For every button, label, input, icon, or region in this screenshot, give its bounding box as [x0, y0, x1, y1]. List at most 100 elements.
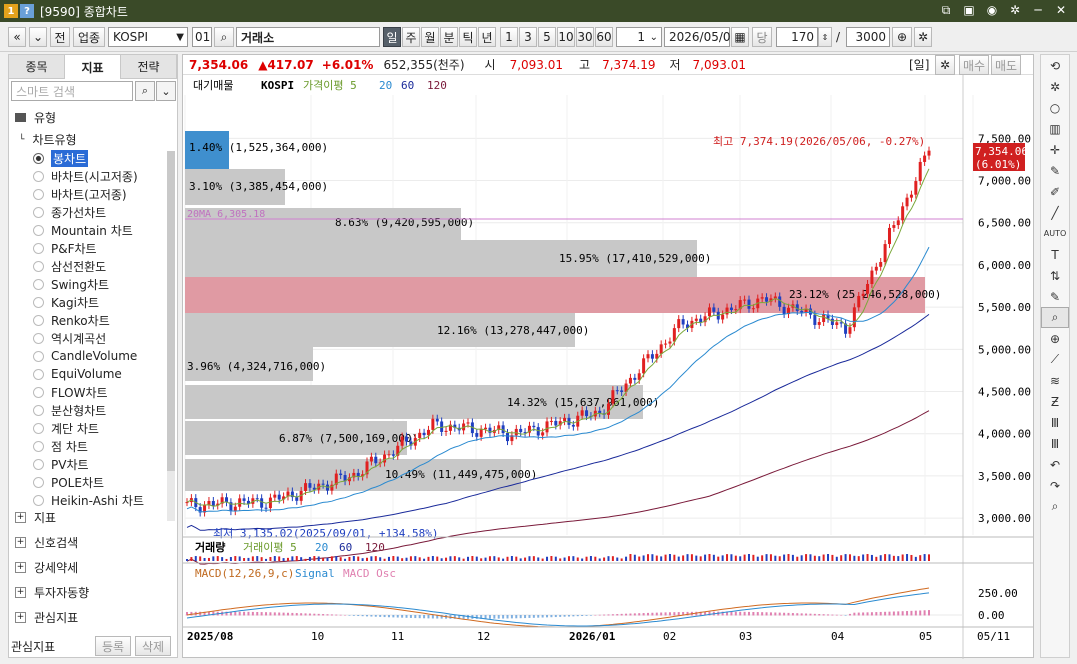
chart-area[interactable]: 7,354.06 ▲417.07 +6.01% 652,355(천주) 시 7,… [182, 54, 1034, 659]
pencil-icon[interactable]: ✎ [1041, 286, 1069, 307]
radio-icon[interactable] [33, 386, 44, 398]
grid-icon[interactable]: Ⅲ [1041, 412, 1069, 433]
count-input[interactable]: 170 [776, 27, 818, 47]
interval-10[interactable]: 10 [557, 27, 575, 47]
index-code-input[interactable]: KOSPI ▼ [108, 27, 188, 47]
buy-button[interactable]: 매수 [959, 55, 989, 75]
radio-icon[interactable] [33, 152, 44, 164]
radio-icon[interactable] [33, 458, 44, 470]
expand-icon[interactable]: + [15, 561, 26, 573]
radio-icon[interactable] [33, 242, 44, 254]
interval-30[interactable]: 30 [576, 27, 594, 47]
adjust-icon[interactable]: ⇅ [1041, 265, 1069, 286]
calendar-icon[interactable]: ▦ [731, 27, 749, 47]
date-input[interactable]: 2026/05/06 [664, 27, 738, 47]
stepper-icon[interactable]: ⇕ [818, 27, 832, 47]
fibonacci-icon[interactable]: ≋ [1041, 370, 1069, 391]
delete-button[interactable]: 삭제 [135, 636, 171, 656]
chart-type-header[interactable]: └ 차트유형 [19, 131, 77, 148]
interval-60[interactable]: 60 [595, 27, 613, 47]
radio-icon[interactable] [33, 350, 44, 362]
current-button[interactable]: 당 [752, 27, 772, 47]
chart-type-item[interactable]: POLE차트 [33, 473, 167, 491]
radio-icon[interactable] [33, 224, 44, 236]
chart-type-item[interactable]: 점 차트 [33, 437, 167, 455]
register-button[interactable]: 등록 [95, 636, 131, 656]
radio-icon[interactable] [33, 296, 44, 308]
period-year[interactable]: 년 [478, 27, 496, 47]
redo-icon[interactable]: ↷ [1041, 475, 1069, 496]
tab-indicator[interactable]: 지표 [65, 55, 121, 79]
radio-icon[interactable] [33, 422, 44, 434]
chart-type-item[interactable]: EquiVolume [33, 365, 167, 383]
period-tick[interactable]: 틱 [459, 27, 477, 47]
bar-chart-icon[interactable]: ▥ [1041, 118, 1069, 139]
chart-type-item[interactable]: CandleVolume [33, 347, 167, 365]
zoom-in-icon[interactable]: ⊕ [892, 27, 912, 47]
zoom-in-icon[interactable]: ⊕ [1041, 328, 1069, 349]
radio-icon[interactable] [33, 188, 44, 200]
chart-type-item[interactable]: Swing차트 [33, 275, 167, 293]
expand-icon[interactable]: + [15, 586, 26, 598]
price-chart-svg[interactable]: 대기매물 KOSPI 가격이평 5 20 60 1207,500.007,000.006,… [183, 75, 1033, 659]
radio-icon[interactable] [33, 332, 44, 344]
chart-type-item[interactable]: FLOW차트 [33, 383, 167, 401]
save-icon[interactable]: ▣ [961, 2, 977, 18]
period-day[interactable]: 일 [383, 27, 401, 47]
camera-icon[interactable]: ◉ [984, 2, 1000, 18]
type-header[interactable]: 유형 [34, 109, 56, 126]
period-minute[interactable]: 분 [440, 27, 458, 47]
pen-icon[interactable]: ✐ [1041, 181, 1069, 202]
search-icon[interactable]: ⌕ [1041, 496, 1069, 517]
gear-icon[interactable]: ✲ [935, 55, 955, 75]
smart-search-input[interactable]: 스마트 검색 [11, 81, 133, 101]
radio-icon[interactable] [33, 260, 44, 272]
auto-icon[interactable]: AUTO [1041, 223, 1069, 244]
sell-button[interactable]: 매도 [991, 55, 1021, 75]
chart-type-item[interactable]: 종가선차트 [33, 203, 167, 221]
radio-icon[interactable] [33, 206, 44, 218]
link-icon[interactable]: ⧉ [938, 2, 954, 18]
period-month[interactable]: 월 [421, 27, 439, 47]
radio-icon[interactable] [33, 314, 44, 326]
radio-icon[interactable] [33, 476, 44, 488]
tab-strategy[interactable]: 전략 [121, 55, 177, 79]
search-icon[interactable]: ⌕ [135, 81, 155, 101]
unit-input[interactable]: 1 ⌄ [616, 27, 662, 47]
close-icon[interactable]: ✕ [1053, 2, 1069, 18]
gear-icon[interactable]: ✲ [914, 27, 932, 47]
scrollbar-thumb[interactable] [167, 151, 175, 471]
interval-1[interactable]: 1 [500, 27, 518, 47]
dropdown-arrow-icon[interactable]: ▼ [176, 32, 184, 43]
settings-icon[interactable]: ✲ [1007, 2, 1023, 18]
chart-type-item[interactable]: P&F차트 [33, 239, 167, 257]
radio-icon[interactable] [33, 170, 44, 182]
chart-type-item[interactable]: PV차트 [33, 455, 167, 473]
text-icon[interactable]: T [1041, 244, 1069, 265]
chart-type-item[interactable]: Kagi차트 [33, 293, 167, 311]
expand-icon[interactable]: + [15, 611, 26, 623]
interval-3[interactable]: 3 [519, 27, 537, 47]
chart-type-item[interactable]: 삼선전환도 [33, 257, 167, 275]
chevron-down-icon[interactable]: ⌄ [650, 32, 658, 43]
chevron-down-icon[interactable]: ⌄ [156, 81, 176, 101]
chart-type-item[interactable]: 바차트(시고저종) [33, 167, 167, 185]
radio-icon[interactable] [33, 404, 44, 416]
chart-type-item[interactable]: 분산형차트 [33, 401, 167, 419]
prev-button[interactable]: « [8, 27, 26, 47]
circle-icon[interactable]: ○ [1041, 97, 1069, 118]
radio-icon[interactable] [33, 278, 44, 290]
section-favorite[interactable]: 관심지표 [34, 609, 78, 626]
radio-icon[interactable] [33, 494, 44, 506]
expand-icon[interactable]: + [15, 511, 26, 523]
chevron-down-icon[interactable]: ⌄ [29, 27, 47, 47]
chart-type-item[interactable]: 역시계곡선 [33, 329, 167, 347]
zoom-icon[interactable]: ⌕ [1041, 307, 1069, 328]
section-investor[interactable]: 투자자동향 [34, 584, 89, 601]
total-input[interactable]: 3000 [846, 27, 890, 47]
tree-scrollbar[interactable] [167, 151, 175, 521]
chart-type-item[interactable]: Mountain 차트 [33, 221, 167, 239]
undo-icon[interactable]: ↶ [1041, 454, 1069, 475]
bars-icon[interactable]: Ⅲ [1041, 433, 1069, 454]
gear-icon[interactable]: ✲ [1041, 76, 1069, 97]
